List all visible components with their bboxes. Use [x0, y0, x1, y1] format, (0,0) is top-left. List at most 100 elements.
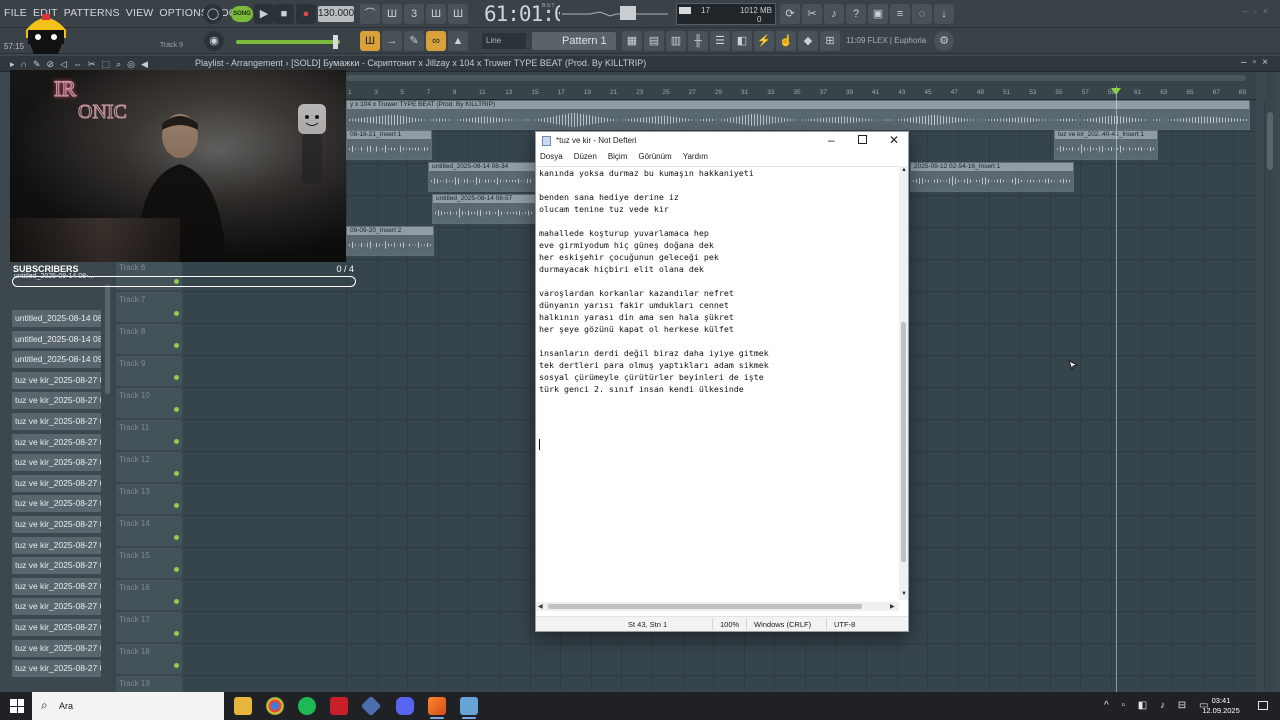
picker-clip-item[interactable]: tuz ve kir_2025-08-27 08...	[12, 598, 101, 616]
windows-start-icon[interactable]	[10, 699, 24, 713]
track-active-led[interactable]	[174, 471, 179, 476]
playhead-marker[interactable]	[1111, 88, 1121, 95]
notepad-menu-2[interactable]: Biçim	[608, 152, 628, 166]
mixer-icon[interactable]: ≡	[890, 4, 910, 24]
playlist-time-ruler[interactable]: 1 3 5 7 9 11 13 15 17 19 21 23 25 27 29 31 33 35 37 39 41 43 4…	[346, 72, 1256, 100]
select-icon[interactable]: ⬚	[102, 59, 111, 70]
track-active-led[interactable]	[174, 663, 179, 668]
chrome-icon[interactable]	[266, 697, 284, 715]
picker-clip-item[interactable]: tuz ve kir_2025-08-27 08...	[12, 557, 101, 575]
plugin-db-icon[interactable]: ◧	[732, 31, 752, 51]
audio-clip[interactable]: untitled_2025-08-14 08-57	[432, 194, 536, 224]
magnet-icon[interactable]: ∩	[21, 59, 27, 70]
stop-icon[interactable]: ■	[274, 4, 294, 24]
track-header[interactable]: Track 15	[116, 548, 182, 578]
fl-window-controls[interactable]: –▫×	[1243, 6, 1274, 16]
notification-icon[interactable]	[1258, 701, 1268, 710]
audio-clip[interactable]: 2025-09-12 02-54-16_Insert 1	[910, 162, 1074, 192]
picker-clip-item[interactable]: tuz ve kir_2025-08-27 08...	[12, 392, 101, 410]
track-header[interactable]: Track 10	[116, 388, 182, 418]
audio-clip[interactable]: 08-18-21_Insert 1	[346, 130, 432, 160]
chat-icon[interactable]: ◌	[912, 4, 932, 24]
brush-icon[interactable]: ✎	[404, 31, 424, 51]
track-header[interactable]: Track 8	[116, 324, 182, 354]
track-header[interactable]: Track 18	[116, 644, 182, 674]
ruler-overview-scroll[interactable]	[346, 75, 1246, 81]
tempo-tapper-icon[interactable]: ◆	[798, 31, 818, 51]
discord-icon[interactable]	[396, 697, 414, 715]
snap-icon[interactable]: Ш	[360, 31, 380, 51]
track-lane[interactable]	[184, 644, 1256, 676]
cart-icon[interactable]: ⊞	[820, 31, 840, 51]
settings-gear-icon[interactable]: ⚙	[934, 31, 954, 51]
metronome-icon[interactable]: ⌒	[360, 4, 380, 24]
minimize-icon[interactable]: –	[828, 133, 835, 147]
track-header[interactable]: Track 13	[116, 484, 182, 514]
notepad-taskbar-icon[interactable]	[460, 697, 478, 715]
picker-clip-item[interactable]: tuz ve kir_2025-08-27 08...	[12, 454, 101, 472]
picker-clip-item[interactable]: tuz ve kir_2025-08-27 08...	[12, 577, 101, 595]
piano-roll-icon[interactable]: ▤	[644, 31, 664, 51]
notepad-menu-1[interactable]: Düzen	[574, 152, 597, 166]
slip-icon[interactable]: ⇔	[73, 59, 82, 70]
playlist-icon[interactable]: ▦	[622, 31, 642, 51]
picker-clip-item[interactable]: tuz ve kir_2025-08-27 08...	[12, 371, 101, 389]
scroll-down-icon[interactable]: ▼	[901, 591, 907, 597]
notepad-titlebar[interactable]: *tuz ve kir - Not Defteri – ✕	[536, 132, 908, 150]
track-active-led[interactable]	[174, 503, 179, 508]
track-active-led[interactable]	[174, 311, 179, 316]
touch-icon[interactable]: ☝	[776, 31, 796, 51]
notepad-menu-0[interactable]: Dosya	[540, 152, 563, 166]
arrow-menu-icon[interactable]: ▸	[10, 59, 15, 70]
picker-clip-item[interactable]: untitled_2025-08-14 08-...	[14, 273, 94, 280]
track-header[interactable]: Track 11	[116, 420, 182, 450]
picker-clip-item[interactable]: tuz ve kir_2025-08-27 08...	[12, 474, 101, 492]
app-diamond-icon[interactable]	[360, 695, 382, 717]
track-active-led[interactable]	[174, 407, 179, 412]
track-active-led[interactable]	[174, 599, 179, 604]
picker-clip-item[interactable]: tuz ve kir_2025-08-27 08...	[12, 516, 101, 533]
voicemeeter-icon[interactable]	[330, 697, 348, 715]
draw-icon[interactable]: ✎	[33, 59, 41, 70]
arrow-right-icon[interactable]: →	[382, 31, 402, 51]
taskbar-search[interactable]: ⌕ Ara	[32, 692, 224, 720]
fl-studio-icon[interactable]	[428, 697, 446, 715]
slice-icon[interactable]: ✂	[88, 59, 96, 70]
plug-icon[interactable]: ⚡	[754, 31, 774, 51]
notepad-text-area[interactable]: kanında yoksa durmaz bu kumaşın hakkaniy…	[537, 166, 899, 600]
audio-clip[interactable]: 09-09-20_Insert 2	[346, 226, 434, 256]
track-active-led[interactable]	[174, 439, 179, 444]
track-active-led[interactable]	[174, 343, 179, 348]
master-volume-knob-icon[interactable]: ◉	[204, 31, 224, 51]
notepad-horizontal-scrollbar[interactable]: ◀ ▶	[536, 602, 899, 611]
fl-menu-patterns[interactable]: PATTERNS	[64, 7, 120, 19]
playlist-vertical-scrollbar[interactable]	[1266, 72, 1274, 692]
tempo-display[interactable]: 130.000	[318, 6, 354, 22]
refresh-icon[interactable]: ⟳	[780, 4, 800, 24]
microphone-icon[interactable]: ♪	[824, 4, 844, 24]
audio-clip[interactable]: untitled_2025-08-14 08-34	[428, 162, 536, 192]
master-volume-slider[interactable]	[236, 40, 340, 44]
playback-icon[interactable]: ◎	[127, 59, 135, 70]
download-icon[interactable]: ↓	[934, 4, 954, 24]
mixer-view-icon[interactable]: ╫	[688, 31, 708, 51]
fl-menu-options[interactable]: OPTIONS	[159, 7, 208, 19]
picker-clip-item[interactable]: tuz ve kir_2025-08-27 08...	[12, 413, 101, 430]
maximize-icon[interactable]	[858, 135, 867, 144]
fl-menu-view[interactable]: VIEW	[126, 7, 154, 19]
taskbar-clock[interactable]: 03:41 12.09.2025	[1198, 696, 1244, 716]
wait-input-icon[interactable]: Ш	[382, 4, 402, 24]
erase-icon[interactable]: ⊘	[47, 59, 55, 70]
record-icon[interactable]: ●	[296, 4, 316, 24]
song-mode-toggle[interactable]: SONG	[231, 6, 253, 22]
picker-clip-item[interactable]: tuz ve kir_2025-08-27 08...	[12, 639, 101, 657]
record-mode-icon[interactable]: ◯	[203, 4, 223, 24]
master-volume-handle[interactable]	[333, 35, 338, 49]
play-icon[interactable]: ▶	[254, 4, 274, 24]
notepad-menu-3[interactable]: Görünüm	[638, 152, 671, 166]
browser-icon[interactable]: ☰	[710, 31, 730, 51]
picker-clip-item[interactable]: tuz ve kir_2025-08-27 08...	[12, 660, 101, 678]
spotify-icon[interactable]	[298, 697, 316, 715]
picker-clip-item[interactable]: untitled_2025-08-14 08-...	[12, 310, 101, 327]
countdown-icon[interactable]: 3	[404, 4, 424, 24]
